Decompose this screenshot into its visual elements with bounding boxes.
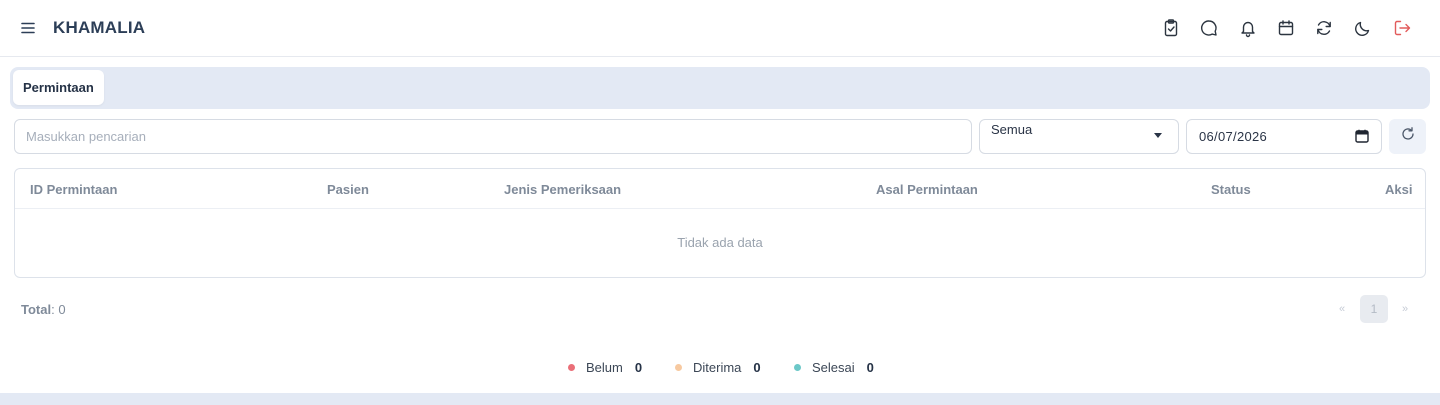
column-header-action: Aksi <box>1385 182 1413 197</box>
status-select-value: Semua <box>991 122 1033 137</box>
clipboard-check-icon[interactable] <box>1160 17 1182 39</box>
pagination-page-button[interactable]: 1 <box>1360 295 1388 323</box>
logout-icon[interactable] <box>1391 17 1413 39</box>
refresh-icon <box>1400 126 1416 147</box>
legend-count: 0 <box>866 359 874 375</box>
tabs-bar: Permintaan <box>10 67 1430 109</box>
empty-state-text: Tidak ada data <box>677 235 763 250</box>
legend-label: Diterima <box>693 359 742 375</box>
legend-item-selesai: Selesai 0 <box>794 358 874 376</box>
total-count: Total: 0 <box>21 302 66 317</box>
total-value: : 0 <box>51 302 66 317</box>
status-select[interactable]: Semua <box>979 119 1179 154</box>
bell-icon[interactable] <box>1237 17 1259 39</box>
date-input[interactable]: 06/07/2026 <box>1186 119 1382 154</box>
status-legend: Belum 0 Diterima 0 Selesai 0 <box>0 358 1440 376</box>
requests-table: ID Permintaan Pasien Jenis Pemeriksaan A… <box>14 168 1426 278</box>
search-input[interactable] <box>14 119 972 154</box>
column-header-origin[interactable]: Asal Permintaan <box>876 182 978 197</box>
moon-icon[interactable] <box>1352 17 1374 39</box>
legend-label: Selesai <box>812 359 855 375</box>
column-header-exam-type[interactable]: Jenis Pemeriksaan <box>504 182 621 197</box>
status-dot-icon <box>568 363 575 371</box>
refresh-button[interactable] <box>1389 119 1426 154</box>
legend-item-diterima: Diterima 0 <box>675 358 761 376</box>
legend-label: Belum <box>586 359 623 375</box>
legend-count: 0 <box>634 359 643 375</box>
date-value: 06/07/2026 <box>1199 129 1268 144</box>
total-label: Total <box>21 302 52 317</box>
chat-icon[interactable] <box>1198 17 1220 39</box>
legend-item-belum: Belum 0 <box>568 358 642 376</box>
status-dot-icon <box>675 363 682 371</box>
calendar-picker-icon[interactable] <box>1355 129 1369 148</box>
tab-permintaan[interactable]: Permintaan <box>13 70 104 105</box>
refresh-icon[interactable] <box>1313 17 1335 39</box>
calendar-icon[interactable] <box>1275 17 1297 39</box>
chevron-down-icon <box>1154 133 1162 138</box>
table-header: ID Permintaan Pasien Jenis Pemeriksaan A… <box>15 169 1425 209</box>
column-header-patient[interactable]: Pasien <box>327 182 369 197</box>
pagination-next-button[interactable]: » <box>1398 295 1412 323</box>
status-dot-icon <box>794 363 801 371</box>
top-header: KHAMALIA <box>0 0 1440 57</box>
hamburger-menu-icon[interactable] <box>19 20 37 36</box>
pagination: « 1 » <box>1335 295 1415 323</box>
bottom-bar <box>0 393 1440 405</box>
column-header-id[interactable]: ID Permintaan <box>30 182 117 197</box>
legend-count: 0 <box>753 359 761 375</box>
pagination-prev-button[interactable]: « <box>1335 295 1349 323</box>
app-title: KHAMALIA <box>53 18 146 37</box>
column-header-status[interactable]: Status <box>1211 182 1251 197</box>
